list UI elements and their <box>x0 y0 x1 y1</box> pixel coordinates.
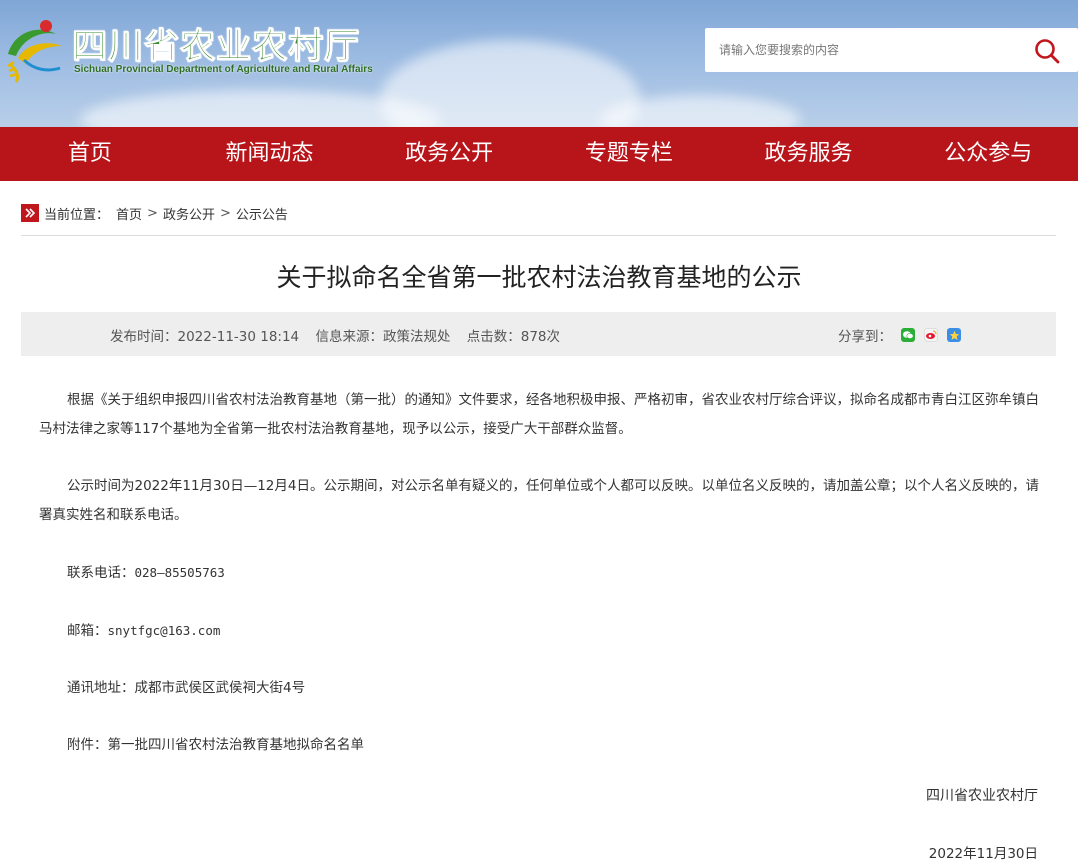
article-body: 根据《关于组织申报四川省农村法治教育基地（第一批）的通知》文件要求，经各地积极申… <box>39 386 1039 760</box>
main-nav: 首页 新闻动态 政务公开 专题专栏 政务服务 公众参与 <box>0 127 1078 181</box>
cloud-decoration <box>380 40 640 127</box>
sichuan-agri-logo-icon[interactable] <box>4 14 66 84</box>
breadcrumb-separator: > <box>147 205 158 221</box>
site-header: 四川省农业农村厅 Sichuan Provincial Department o… <box>0 0 1078 127</box>
attachment-link[interactable]: 第一批四川省农村法治教育基地拟命名名单 <box>108 737 365 753</box>
contact-email-line: 邮箱：snytfgc@163.com <box>39 616 1039 646</box>
nav-item-home[interactable]: 首页 <box>0 127 180 181</box>
share-label: 分享到： <box>838 329 892 345</box>
article-paragraph: 公示时间为2022年11月30日—12月4日。公示期间，对公示名单有疑义的，任何… <box>39 478 1039 523</box>
search-box <box>705 28 1078 72</box>
page-title: 关于拟命名全省第一批农村法治教育基地的公示 <box>276 263 802 292</box>
site-title[interactable]: 四川省农业农村厅 <box>71 18 360 69</box>
phone-number: 028—85505763 <box>134 565 225 580</box>
search-input[interactable] <box>705 28 1025 72</box>
article-meta-bar: 发布时间：2022-11-30 18:14 信息来源：政策法规处 点击数：878… <box>21 312 1056 356</box>
contact-address: 通讯地址：成都市武侯区武侯祠大街4号 <box>67 680 306 696</box>
breadcrumb-separator: > <box>219 205 231 221</box>
phone-label: 联系电话： <box>67 565 135 581</box>
double-chevron-right-icon <box>21 204 39 222</box>
email-address: snytfgc@163.com <box>107 623 221 638</box>
nav-item-news[interactable]: 新闻动态 <box>180 127 360 181</box>
wechat-icon[interactable] <box>901 328 915 342</box>
info-source: 信息来源：政策法规处 <box>315 329 451 345</box>
breadcrumb-prefix: 当前位置： <box>44 207 110 223</box>
article-paragraph: 根据《关于组织申报四川省农村法治教育基地（第一批）的通知》文件要求，经各地积极申… <box>39 392 1039 437</box>
breadcrumb-home[interactable]: 首页 <box>116 204 142 223</box>
article-meta: 发布时间：2022-11-30 18:14 信息来源：政策法规处 点击数：878… <box>110 325 560 345</box>
nav-item-services[interactable]: 政务服务 <box>719 127 899 181</box>
attachment-label: 附件： <box>67 737 108 753</box>
breadcrumb-trail: 当前位置： 首页 > 政务公开 > 公示公告 <box>44 200 288 226</box>
nav-item-government-affairs[interactable]: 政务公开 <box>359 127 539 181</box>
share-bar: 分享到： <box>838 325 961 345</box>
search-icon[interactable] <box>1032 36 1062 66</box>
contact-phone-line: 联系电话：028—85505763 <box>39 558 1039 588</box>
site-subtitle: Sichuan Provincial Department of Agricul… <box>74 64 373 75</box>
breadcrumb-government-affairs[interactable]: 政务公开 <box>163 204 215 223</box>
qzone-icon[interactable] <box>947 328 961 342</box>
signature-date: 2022年11月30日 <box>928 846 1038 862</box>
weibo-icon[interactable] <box>924 328 938 342</box>
signature: 四川省农业农村厅 <box>926 788 1038 804</box>
click-count: 点击数：878次 <box>466 329 561 345</box>
breadcrumb-announcements[interactable]: 公示公告 <box>236 204 288 223</box>
nav-item-public-participation[interactable]: 公众参与 <box>898 127 1078 181</box>
nav-item-special-topics[interactable]: 专题专栏 <box>539 127 719 181</box>
breadcrumb: 当前位置： 首页 > 政务公开 > 公示公告 <box>21 200 1056 236</box>
email-label: 邮箱： <box>67 623 108 639</box>
attachment-line: 附件：第一批四川省农村法治教育基地拟命名名单 <box>39 731 1039 760</box>
publish-time: 发布时间：2022-11-30 18:14 <box>110 329 300 345</box>
